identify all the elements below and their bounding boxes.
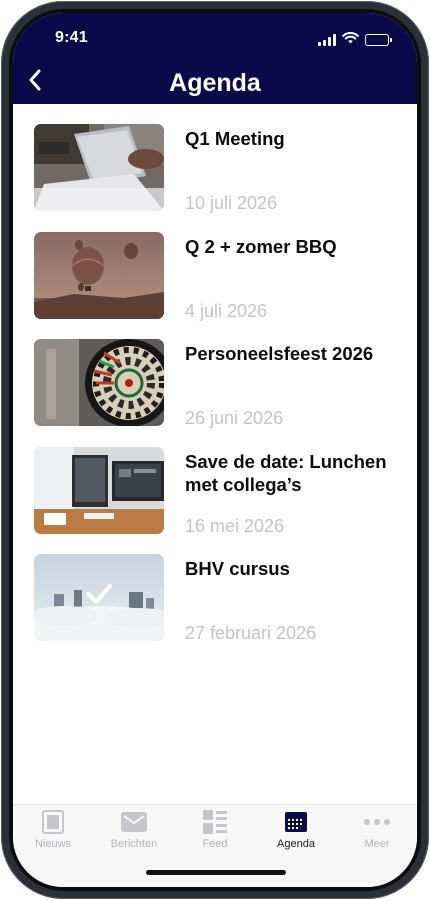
envelope-icon [121, 809, 147, 835]
tab-nieuws[interactable]: Nieuws [13, 809, 93, 857]
page-title: Agenda [169, 69, 261, 97]
tab-feed[interactable]: Feed [175, 809, 255, 857]
screen: 9:41 Agenda Q1 Meeting 10 juli 2026 Q 2 … [13, 13, 417, 887]
item-date: 27 februari 2026 [185, 623, 317, 643]
tab-label: Nieuws [34, 838, 72, 850]
wifi-icon [342, 31, 359, 49]
item-title: Save de date: Lunchen met collega’s [185, 450, 387, 495]
laptop-meeting-photo [34, 124, 164, 211]
agenda-list: Q1 Meeting 10 juli 2026 Q 2 + zomer BBQ … [13, 124, 417, 662]
feed-icon [203, 809, 227, 835]
status-icons [318, 31, 392, 49]
battery-icon [365, 34, 392, 46]
office-desk-photo [34, 446, 164, 534]
signal-icon [318, 34, 336, 46]
more-icon [364, 809, 390, 835]
item-title: Q 2 + zomer BBQ [185, 235, 337, 257]
dartboard-photo [34, 339, 164, 426]
agenda-item[interactable]: BHV cursus 27 februari 2026 [13, 554, 417, 662]
calendar-icon [285, 809, 307, 835]
header-bar: 9:41 Agenda [13, 13, 417, 104]
item-title: BHV cursus [185, 558, 290, 579]
tab-agenda[interactable]: Agenda [256, 809, 336, 857]
item-date: 26 juni 2026 [185, 408, 284, 428]
newspaper-icon [42, 809, 64, 835]
item-date: 10 juli 2026 [185, 193, 278, 213]
checkmark-icon [85, 583, 113, 605]
tab-berichten[interactable]: Berichten [94, 809, 174, 857]
tab-label: Agenda [277, 838, 315, 850]
agenda-item[interactable]: Personeelsfeest 2026 26 juni 2026 [13, 339, 417, 447]
tab-label: Feed [202, 838, 228, 850]
tab-meer[interactable]: Meer [337, 809, 417, 857]
hot-air-balloons-photo [34, 231, 164, 319]
agenda-item[interactable]: Save de date: Lunchen met collega’s 16 m… [13, 446, 417, 555]
city-fog-photo [34, 554, 164, 641]
home-indicator [146, 870, 286, 875]
agenda-item[interactable]: Q 2 + zomer BBQ 4 juli 2026 [13, 231, 417, 340]
tab-label: Berichten [110, 838, 158, 850]
tab-label: Meer [364, 838, 390, 850]
agenda-item[interactable]: Q1 Meeting 10 juli 2026 [13, 124, 417, 232]
item-date: 16 mei 2026 [185, 515, 285, 536]
item-title: Personeelsfeest 2026 [185, 343, 374, 364]
status-time: 9:41 [55, 29, 88, 46]
item-title: Q1 Meeting [185, 128, 285, 149]
item-date: 4 juli 2026 [185, 300, 268, 321]
